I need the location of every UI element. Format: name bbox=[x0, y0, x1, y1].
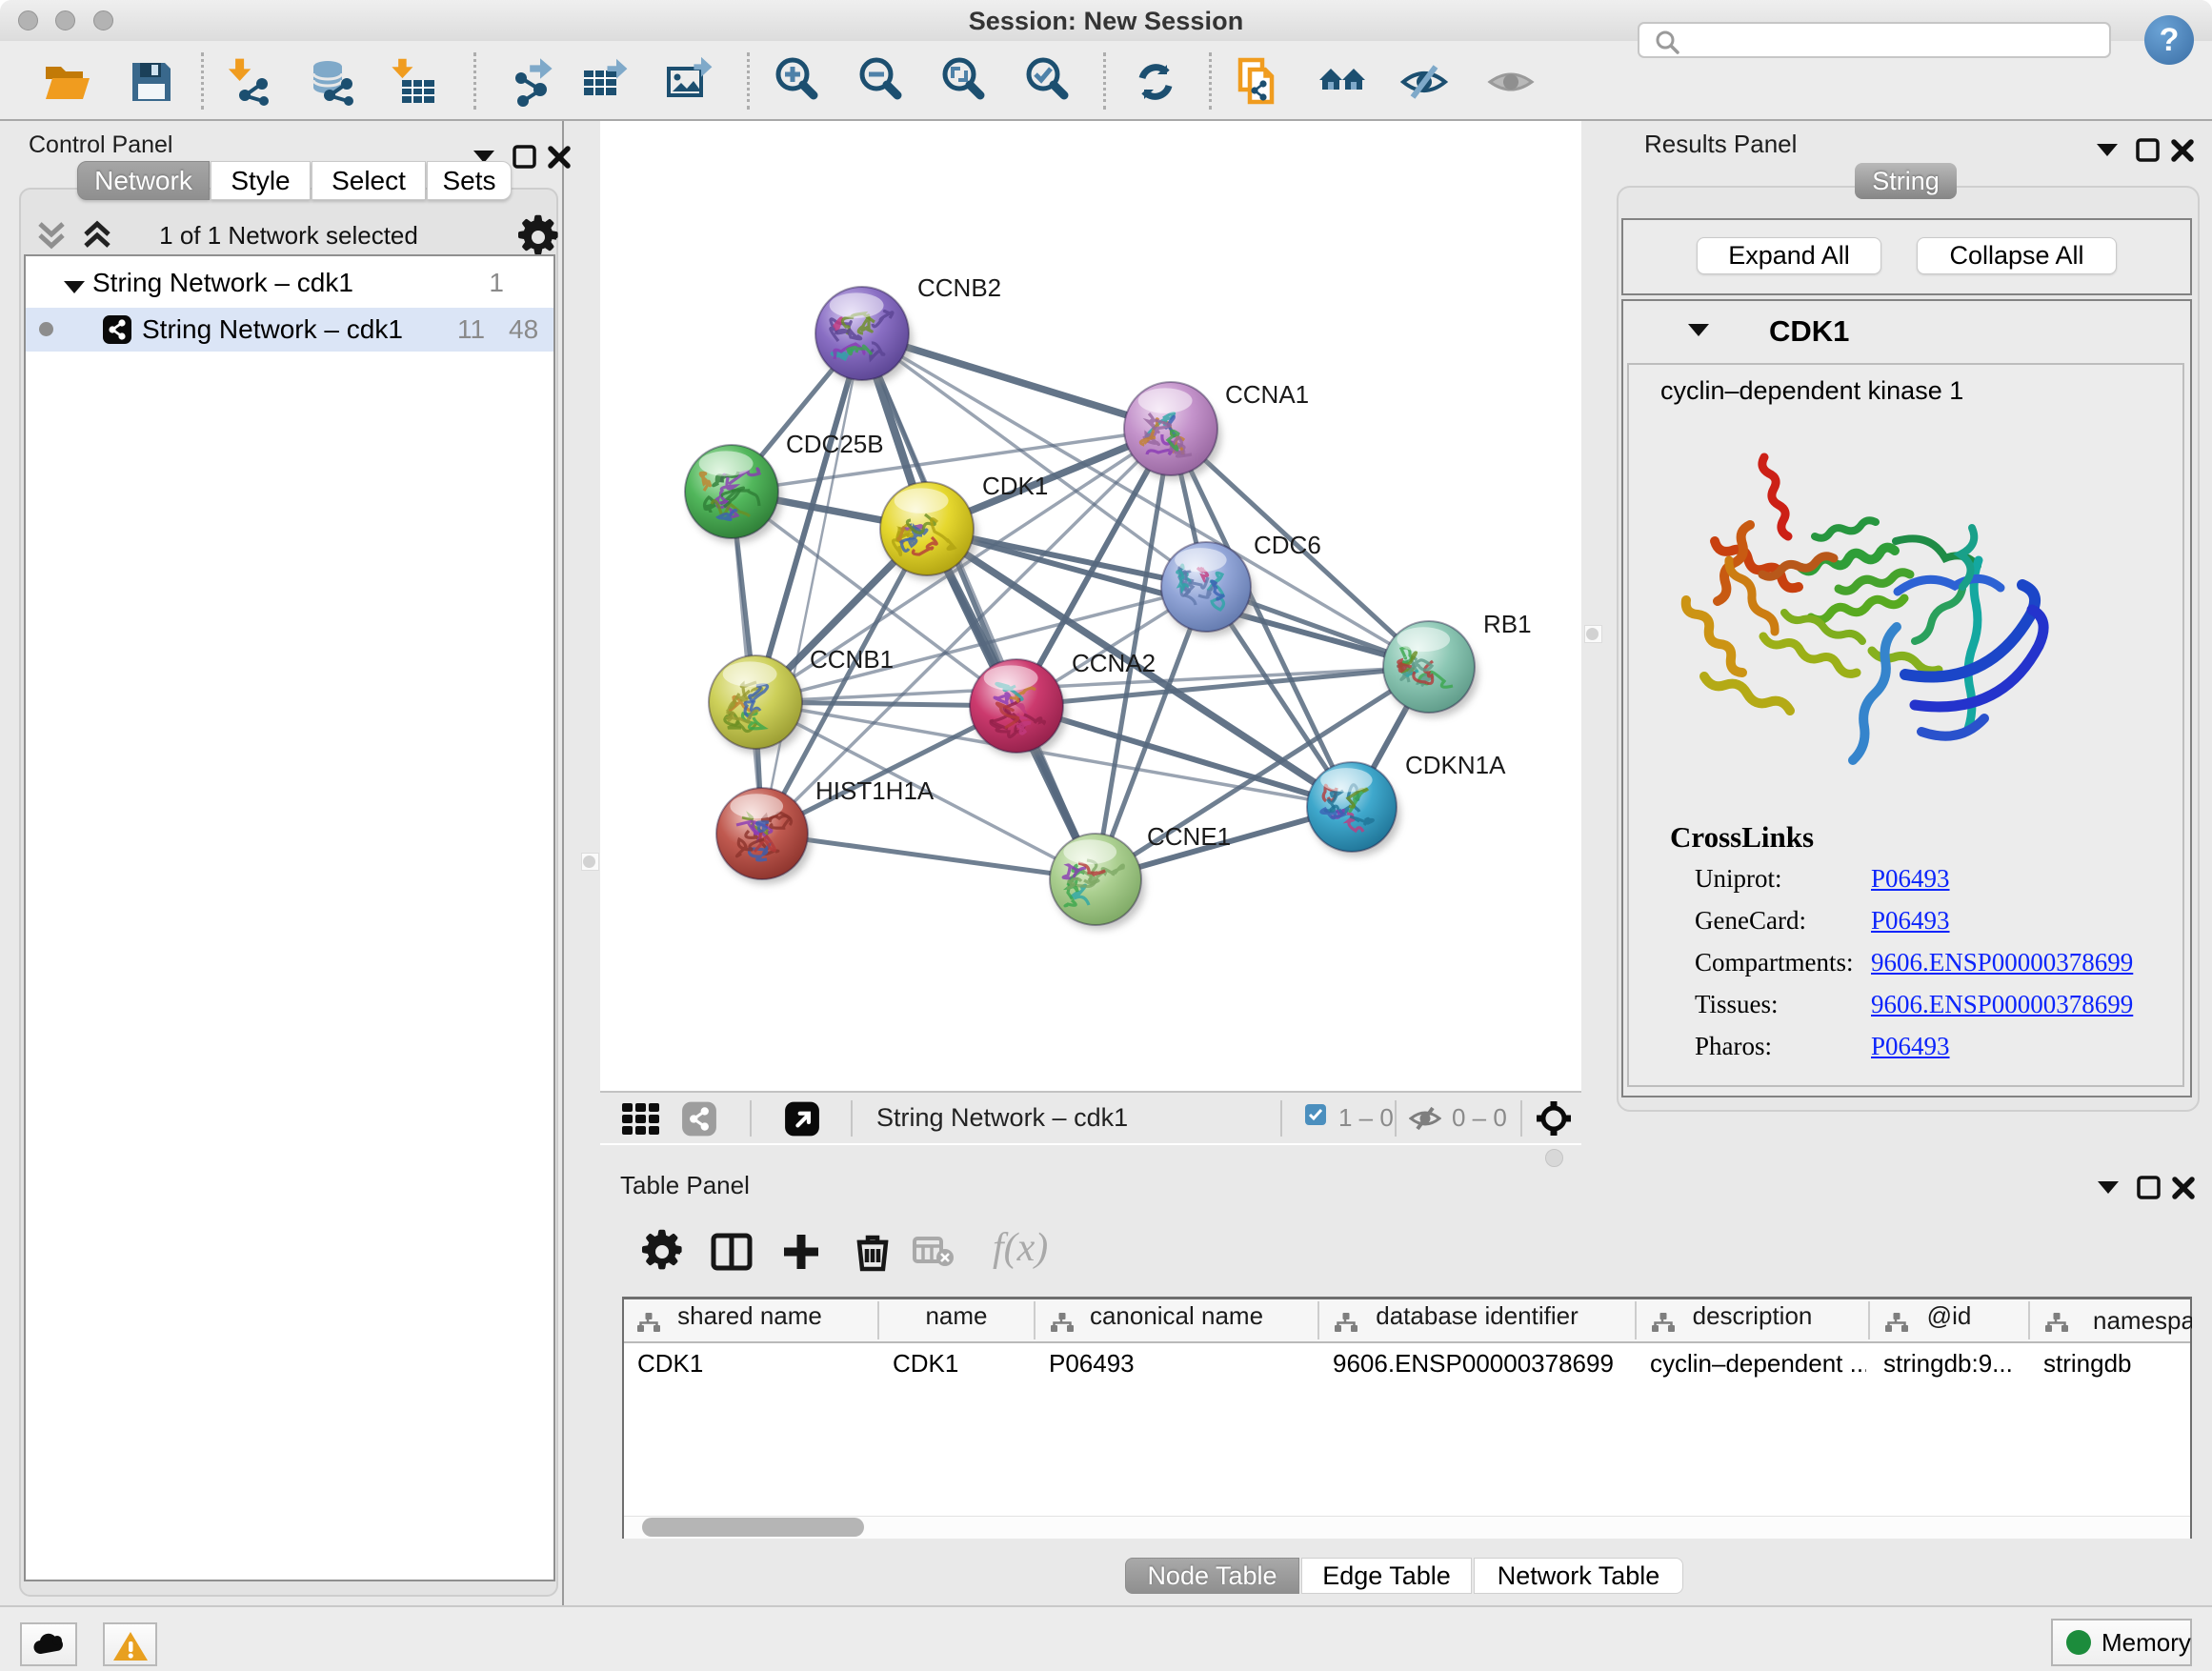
svg-text:CDK1: CDK1 bbox=[982, 472, 1048, 500]
svg-text:RB1: RB1 bbox=[1483, 610, 1532, 638]
svg-text:CDC25B: CDC25B bbox=[786, 430, 884, 458]
svg-text:CDC6: CDC6 bbox=[1254, 531, 1321, 559]
svg-text:CDKN1A: CDKN1A bbox=[1405, 751, 1506, 779]
svg-text:CCNE1: CCNE1 bbox=[1147, 822, 1231, 851]
svg-text:CCNA2: CCNA2 bbox=[1072, 649, 1156, 677]
svg-text:HIST1H1A: HIST1H1A bbox=[815, 776, 935, 805]
svg-text:CCNB1: CCNB1 bbox=[810, 645, 894, 674]
svg-text:CCNA1: CCNA1 bbox=[1225, 380, 1309, 409]
svg-text:CCNB2: CCNB2 bbox=[917, 273, 1001, 302]
